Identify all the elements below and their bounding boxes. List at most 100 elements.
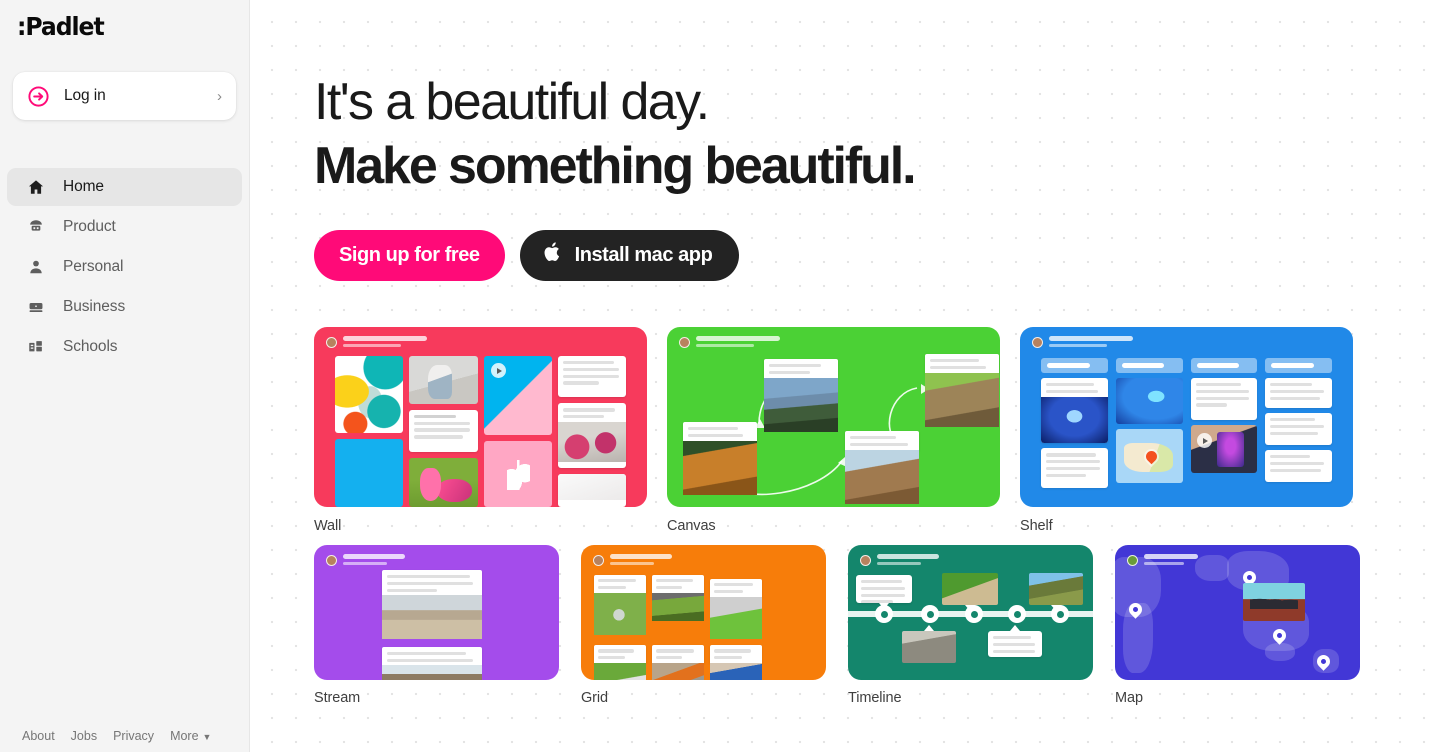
logo-container[interactable]: :Padlet — [0, 0, 249, 56]
grid-item — [710, 645, 762, 680]
timeline-node — [921, 605, 939, 623]
preview-header — [1032, 336, 1133, 348]
footer-link-jobs[interactable]: Jobs — [71, 729, 97, 743]
shelf-preview — [1020, 327, 1353, 507]
sidebar-item-label: Business — [63, 298, 126, 315]
avatar — [593, 555, 604, 566]
avatar — [679, 337, 690, 348]
stream-preview — [314, 545, 559, 680]
grid-item — [710, 579, 762, 640]
template-card-wall[interactable]: Wall — [314, 327, 647, 534]
briefcase-icon — [26, 297, 46, 317]
footer-more-label: More — [170, 729, 199, 743]
grid-preview — [581, 545, 826, 680]
template-card-canvas[interactable]: Canvas — [667, 327, 1000, 534]
timeline-card — [988, 625, 1042, 657]
grid-item — [594, 645, 646, 680]
canvas-node — [764, 359, 838, 433]
footer-more-button[interactable]: More ▼ — [170, 729, 211, 743]
grid-item — [652, 645, 704, 680]
sidebar-item-label: Product — [63, 218, 116, 235]
preview-header — [860, 554, 939, 566]
arrow-circle-right-icon — [26, 84, 51, 109]
grid-item — [652, 575, 704, 639]
sidebar-nav: Home Product Personal Business Schools — [0, 168, 249, 366]
hero-line-2: Make something beautiful. — [314, 137, 917, 195]
sidebar-item-product[interactable]: Product — [7, 208, 242, 246]
avatar — [860, 555, 871, 566]
login-button[interactable]: Log in › — [13, 72, 236, 120]
sidebar-footer: About Jobs Privacy More ▼ — [0, 729, 250, 752]
sidebar-item-schools[interactable]: Schools — [7, 328, 242, 366]
padlet-logo: :Padlet — [17, 12, 105, 41]
preview-header — [1127, 554, 1198, 566]
school-icon — [26, 337, 46, 357]
sidebar: :Padlet Log in › Home Product Personal B… — [0, 0, 250, 752]
template-row-1: Wall Canvas Shelf — [314, 327, 1436, 534]
grid-cells — [594, 575, 813, 680]
play-icon — [490, 363, 506, 378]
timeline-card — [1029, 573, 1083, 611]
footer-link-privacy[interactable]: Privacy — [113, 729, 154, 743]
sidebar-item-label: Schools — [63, 338, 118, 355]
wall-columns — [335, 356, 626, 507]
sidebar-item-business[interactable]: Business — [7, 288, 242, 326]
install-mac-app-label: Install mac app — [574, 244, 713, 266]
signup-button[interactable]: Sign up for free — [314, 230, 505, 281]
hero-section: It's a beautiful day. Make something bea… — [314, 70, 1436, 198]
install-mac-app-button[interactable]: Install mac app — [519, 230, 740, 281]
template-label: Timeline — [848, 690, 902, 706]
template-card-grid[interactable]: Grid — [581, 545, 826, 706]
map-preview — [1115, 545, 1360, 680]
page-root: :Padlet Log in › Home Product Personal B… — [0, 0, 1436, 752]
timeline-card — [902, 625, 956, 663]
stream-post — [382, 647, 482, 680]
template-label: Canvas — [667, 518, 716, 534]
sidebar-item-label: Personal — [63, 258, 124, 275]
avatar — [326, 555, 337, 566]
apple-icon — [543, 241, 562, 267]
footer-link-about[interactable]: About — [22, 729, 55, 743]
template-card-stream[interactable]: Stream — [314, 545, 559, 706]
map-photo-card — [1243, 583, 1305, 621]
sidebar-item-personal[interactable]: Personal — [7, 248, 242, 286]
chevron-right-icon: › — [217, 87, 222, 105]
avatar — [1032, 337, 1043, 348]
timeline-card — [942, 573, 998, 611]
shelf-columns — [1041, 358, 1332, 499]
template-label: Wall — [314, 518, 342, 534]
canvas-preview — [667, 327, 1000, 507]
timeline-node — [1008, 605, 1026, 623]
lamp-icon — [26, 217, 46, 237]
timeline-preview — [848, 545, 1093, 680]
play-icon — [1196, 433, 1212, 448]
login-label: Log in — [64, 87, 106, 104]
wall-preview — [314, 327, 647, 507]
template-row-2: Stream Grid Timeline Map — [314, 545, 1436, 706]
avatar — [326, 337, 337, 348]
hero-line-1: It's a beautiful day. — [314, 73, 710, 131]
stream-post — [382, 570, 482, 639]
template-card-map[interactable]: Map — [1115, 545, 1360, 706]
template-label: Grid — [581, 690, 608, 706]
template-label: Shelf — [1020, 518, 1053, 534]
sidebar-item-home[interactable]: Home — [7, 168, 242, 206]
person-icon — [26, 257, 46, 277]
template-gallery: Wall Canvas Shelf Stream Grid Timeline M… — [314, 327, 1436, 706]
main-content: It's a beautiful day. Make something bea… — [250, 0, 1436, 752]
page-title: It's a beautiful day. Make something bea… — [314, 70, 1436, 198]
template-label: Map — [1115, 690, 1143, 706]
grid-item — [594, 575, 646, 639]
avatar — [1127, 555, 1138, 566]
chevron-down-icon: ▼ — [202, 732, 212, 742]
preview-header — [679, 336, 780, 348]
cta-row: Sign up for free Install mac app — [314, 230, 1436, 281]
template-card-shelf[interactable]: Shelf — [1020, 327, 1353, 534]
template-card-timeline[interactable]: Timeline — [848, 545, 1093, 706]
template-label: Stream — [314, 690, 361, 706]
preview-header — [326, 336, 427, 348]
preview-header — [326, 554, 405, 566]
preview-header — [593, 554, 672, 566]
canvas-node — [925, 354, 999, 428]
canvas-node — [845, 431, 919, 505]
